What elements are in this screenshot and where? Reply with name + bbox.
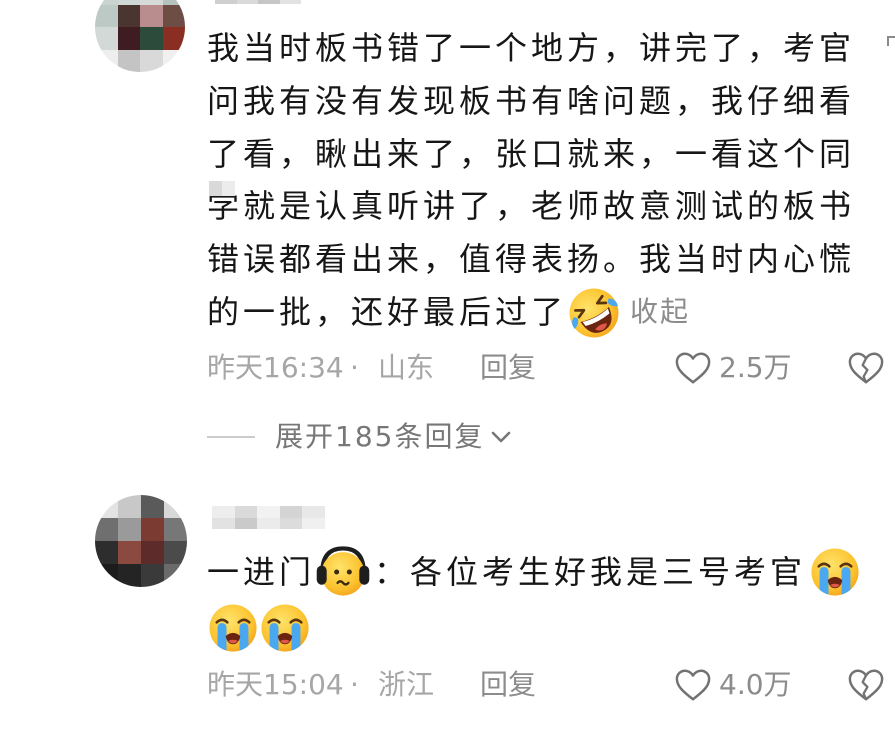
loudly-crying-face-emoji [209,604,257,652]
comment-location: 山东 [378,351,435,384]
rolling-on-the-floor-laughing-emoji [569,288,619,338]
broken-heart-icon[interactable] [847,667,885,703]
comment-time: 昨天15:04 [207,668,344,701]
divider-dash [207,436,255,438]
comment-line: 学就是认真听讲了，老师故意测试的板书 [207,187,856,226]
expand-replies-button[interactable]: 展开185条回复 [0,417,895,457]
username[interactable] [212,506,325,529]
like-count: 4.0万 [719,668,792,701]
expand-replies-label: 展开185条回复 [275,420,485,453]
collapse-button[interactable]: 收起 [630,292,690,332]
heart-outline-icon[interactable] [674,667,712,703]
like-count: 2.5万 [719,351,792,384]
comment-text-segment: 一进门 [207,552,316,591]
avatar[interactable] [95,495,187,587]
comment-actions: 昨天16:34 · 山东 回复 2.5万 [0,348,895,388]
comment-line: 错误都看出来，值得表扬。我当时内心慌 [207,240,856,279]
avatar[interactable] [95,0,185,72]
blur-patch [209,181,235,196]
comment-line: 我当时板书错了一个地方，讲完了，考官 [207,29,856,67]
comment-list: 我当时板书错了一个地方，讲完了，考官 问我有没有发现板书有啥问题，我仔细看 了看… [0,0,895,738]
reply-button[interactable]: 回复 [480,348,536,388]
comment-time: 昨天16:34 [207,351,344,384]
loudly-crying-face-emoji [811,548,859,596]
cropped-icon-fragment [887,36,895,46]
username[interactable] [215,0,301,4]
headphones-face-emoji [316,546,370,596]
comment-actions: 昨天15:04 · 浙江 回复 4.0万 [0,665,895,705]
meta-separator: · [350,668,359,701]
comment-text-segment: ：各位考生好我是三号考官 [374,552,807,591]
broken-heart-icon[interactable] [847,350,885,386]
chevron-down-icon [491,431,511,443]
comment-line: 问我有没有发现板书有啥问题，我仔细看 [207,81,856,120]
comment-location: 浙江 [378,668,435,701]
comment-line: 了看，瞅出来了，张口就来，一看这个同 [207,134,856,173]
comment-line: 的一批，还好最后过了 [207,293,568,331]
heart-outline-icon[interactable] [674,350,712,386]
loudly-crying-face-emoji [261,604,309,652]
reply-button[interactable]: 回复 [480,665,536,705]
meta-separator: · [350,351,359,384]
